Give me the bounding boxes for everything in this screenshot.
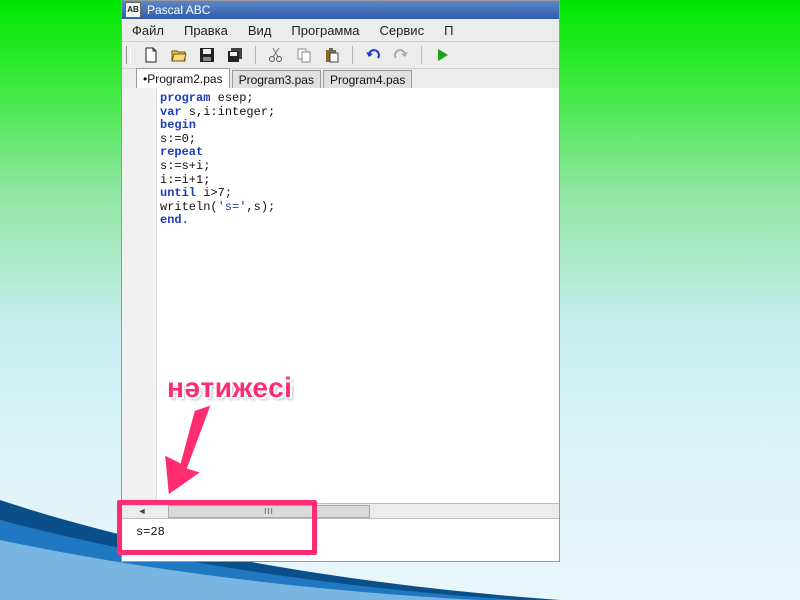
code-token: i:=i+1; xyxy=(160,172,211,187)
code-line: end. xyxy=(160,214,275,228)
save-icon[interactable] xyxy=(196,45,218,65)
code-token: s:=s+i; xyxy=(160,158,211,173)
code-keyword: begin xyxy=(160,118,197,133)
editor-tab[interactable]: •Program2.pas xyxy=(136,68,230,89)
menu-item[interactable]: Файл xyxy=(122,23,174,38)
code-line: begin xyxy=(160,118,275,133)
menu-item[interactable]: Правка xyxy=(174,23,238,38)
code-line: var s,i:integer; xyxy=(160,104,276,120)
menu-item[interactable]: Вид xyxy=(238,23,282,38)
code-line: repeat xyxy=(160,146,275,160)
code-keyword: var xyxy=(160,104,182,119)
toolbar-separator xyxy=(352,46,353,64)
menu-item[interactable]: П xyxy=(434,23,463,38)
code-token: esep; xyxy=(210,91,254,105)
code-line: s:=s+i; xyxy=(160,158,275,174)
code-line: program esep; xyxy=(160,91,275,106)
editor-tab[interactable]: Program4.pas xyxy=(322,70,413,89)
open-folder-icon[interactable] xyxy=(168,45,190,65)
code-keyword: until xyxy=(160,186,197,201)
code-line: i:=i+1; xyxy=(160,172,275,188)
toolbar-separator xyxy=(421,46,422,64)
code-keyword: program xyxy=(160,91,211,105)
window-title: Pascal ABC xyxy=(147,3,211,17)
code-line: until i>7; xyxy=(160,186,275,201)
code-token: 's=' xyxy=(217,199,247,214)
code-token: i>7; xyxy=(196,186,233,201)
code-token: writeln( xyxy=(160,199,218,214)
title-bar: AB Pascal ABC xyxy=(122,1,559,19)
code-token: ,s); xyxy=(246,199,276,214)
editor-tab[interactable]: Program3.pas xyxy=(231,70,321,89)
cut-icon[interactable] xyxy=(265,45,287,65)
code-token: s,i:integer; xyxy=(181,104,276,119)
code-token: s:=0; xyxy=(160,131,197,146)
code-keyword: repeat xyxy=(160,145,204,160)
toolbar-grip[interactable] xyxy=(126,46,131,64)
undo-icon[interactable] xyxy=(362,45,384,65)
new-file-icon[interactable] xyxy=(140,45,162,65)
menu-bar: Файл Правка Вид Программа Сервис П xyxy=(122,19,559,42)
menu-item[interactable]: Программа xyxy=(281,23,369,38)
redo-icon[interactable] xyxy=(390,45,412,65)
toolbar xyxy=(122,42,559,69)
menu-item[interactable]: Сервис xyxy=(370,23,435,38)
code-line: s:=0; xyxy=(160,131,275,147)
copy-icon[interactable] xyxy=(293,45,315,65)
pointer-arrow-icon xyxy=(162,402,214,498)
output-highlight-box xyxy=(117,500,317,555)
code-area[interactable]: program esep; var s,i:integer; begin s:=0; r… xyxy=(160,91,276,228)
pascal-abc-app-icon: AB xyxy=(125,2,141,18)
run-icon[interactable] xyxy=(431,45,453,65)
code-line: writeln('s=',s); xyxy=(160,199,276,215)
save-all-icon[interactable] xyxy=(224,45,246,65)
toolbar-separator xyxy=(255,46,256,64)
code-keyword: end. xyxy=(160,213,189,228)
editor-tabs: •Program2.pas Program3.pas Program4.pas xyxy=(122,68,559,90)
paste-icon[interactable] xyxy=(321,45,343,65)
